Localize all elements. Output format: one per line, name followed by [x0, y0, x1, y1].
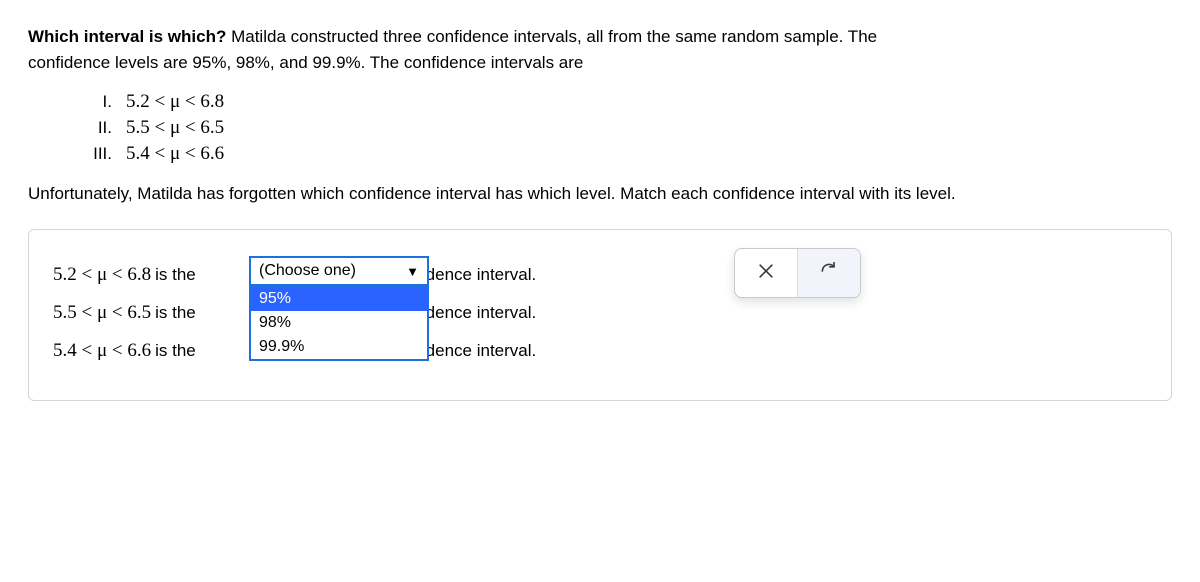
chevron-down-icon: ▼: [406, 264, 419, 279]
answer-row: 5.5 < μ < 6.5 is the confidence interval…: [53, 294, 1147, 332]
interval-list: I. 5.2 < μ < 6.8 II. 5.5 < μ < 6.5 III. …: [82, 91, 1172, 165]
select-option-98[interactable]: 98%: [251, 311, 427, 335]
row-isthe: is the: [155, 341, 196, 361]
roman-numeral: III.: [82, 144, 112, 164]
select-placeholder: (Choose one): [259, 262, 356, 280]
interval-expression: 5.2 < μ < 6.8: [126, 91, 224, 113]
row-isthe: is the: [155, 303, 196, 323]
roman-numeral: I.: [82, 92, 112, 112]
row-expression: 5.2 < μ < 6.8: [53, 264, 151, 286]
list-item: II. 5.5 < μ < 6.5: [82, 117, 1172, 139]
row-isthe: is the: [155, 265, 196, 285]
roman-numeral: II.: [82, 118, 112, 138]
interval-expression: 5.4 < μ < 6.6: [126, 143, 224, 165]
list-item: I. 5.2 < μ < 6.8: [82, 91, 1172, 113]
answer-row: 5.2 < μ < 6.8 is the confidence interval…: [53, 256, 1147, 294]
select-option-999[interactable]: 99.9%: [251, 335, 427, 359]
answer-panel: 5.2 < μ < 6.8 is the confidence interval…: [28, 229, 1172, 401]
prompt-line2: confidence levels are 95%, 98%, and 99.9…: [28, 53, 583, 72]
instruction-text: Unfortunately, Matilda has forgotten whi…: [28, 181, 1172, 207]
question-prompt: Which interval is which? Matilda constru…: [28, 24, 1172, 77]
row-expression: 5.4 < μ < 6.6: [53, 340, 151, 362]
select-options-list: 95% 98% 99.9%: [249, 286, 429, 361]
select-option-95[interactable]: 95%: [251, 287, 427, 311]
answer-rows: 5.2 < μ < 6.8 is the confidence interval…: [53, 256, 1147, 370]
confidence-level-select[interactable]: (Choose one) ▼: [249, 256, 429, 286]
prompt-line1: Matilda constructed three confidence int…: [226, 27, 877, 46]
list-item: III. 5.4 < μ < 6.6: [82, 143, 1172, 165]
prompt-bold: Which interval is which?: [28, 27, 226, 46]
row-expression: 5.5 < μ < 6.5: [53, 302, 151, 324]
interval-expression: 5.5 < μ < 6.5: [126, 117, 224, 139]
answer-row: 5.4 < μ < 6.6 is the confidence interval…: [53, 332, 1147, 370]
